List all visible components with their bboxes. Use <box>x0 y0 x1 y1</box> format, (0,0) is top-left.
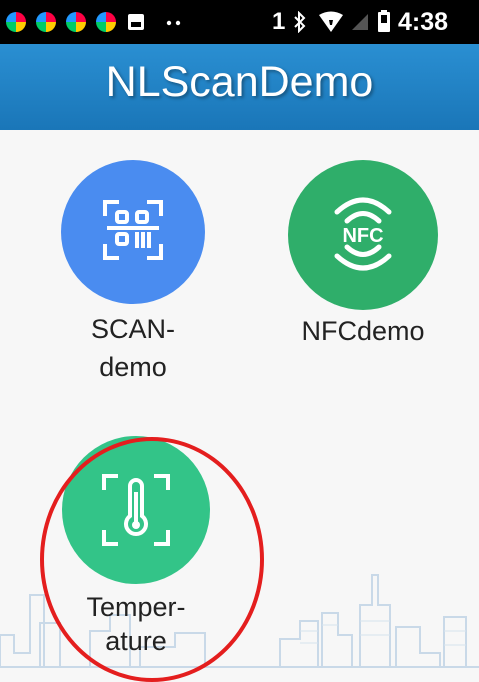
status-bar: 1 4:38 <box>0 0 479 44</box>
no-sim-icon <box>352 14 368 30</box>
nfc-icon: NFC <box>334 197 392 271</box>
nfc-demo-label: NFCdemo <box>301 316 425 346</box>
sim-slot-label: 1 <box>272 8 286 35</box>
app-title: NLScanDemo <box>105 58 374 106</box>
temperature-label-line2: ature <box>105 626 167 656</box>
nfc-badge-text: NFC <box>342 225 383 247</box>
app-notification-icon <box>36 12 56 32</box>
app-bar: NLScanDemo <box>0 44 479 130</box>
app-notification-icon <box>96 12 116 32</box>
scan-icon <box>103 200 163 260</box>
temperature-launcher[interactable]: Temper- ature <box>56 436 216 666</box>
bluetooth-icon <box>294 11 306 33</box>
scan-demo-launcher[interactable]: SCAN- demo <box>58 160 208 390</box>
battery-icon <box>378 10 390 32</box>
temperature-label-line1: Temper- <box>86 592 186 622</box>
wifi-icon <box>319 11 343 32</box>
app-notification-icon <box>66 12 86 32</box>
status-time: 4:38 <box>398 8 449 36</box>
image-notification-icon <box>128 14 144 30</box>
scan-demo-label-line1: SCAN- <box>90 314 175 344</box>
app-notification-icon <box>6 12 26 32</box>
thermometer-icon <box>102 474 170 546</box>
nfc-demo-launcher[interactable]: NFC NFCdemo <box>268 160 458 360</box>
scan-demo-label-line2: demo <box>99 352 167 382</box>
more-icon <box>166 20 181 26</box>
